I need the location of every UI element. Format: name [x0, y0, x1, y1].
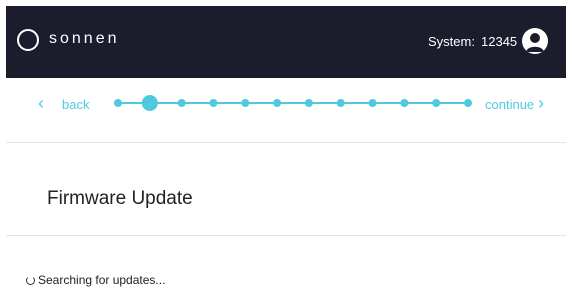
step-dot: [177, 99, 186, 107]
spinner-icon: [26, 275, 35, 285]
system-label: System:: [428, 34, 475, 49]
user-avatar-icon[interactable]: [522, 28, 548, 54]
step-dot: [273, 99, 282, 107]
step-dot: [432, 99, 441, 107]
logo-text: sonnen: [49, 30, 120, 47]
step-dot: [368, 99, 377, 107]
divider: [6, 235, 566, 236]
step-dot: [304, 99, 313, 107]
step-dot: [336, 99, 345, 107]
status-text: Searching for updates...: [38, 273, 166, 287]
status-row: Searching for updates...: [26, 273, 165, 287]
chevron-left-icon[interactable]: ‹: [38, 94, 44, 112]
step-dot: [464, 99, 472, 107]
step-dot: [241, 99, 250, 107]
sonnen-logo-icon: [17, 29, 39, 51]
progress-stepper: [114, 95, 472, 111]
continue-button[interactable]: continue: [485, 97, 534, 112]
page-title: Firmware Update: [47, 188, 193, 209]
step-dot: [400, 99, 409, 107]
step-dot: [114, 99, 122, 107]
step-dot-current: [141, 95, 158, 111]
chevron-right-icon[interactable]: ›: [538, 94, 544, 112]
divider: [6, 142, 566, 143]
back-button[interactable]: back: [62, 97, 89, 112]
step-dot: [209, 99, 218, 107]
system-id: 12345: [481, 34, 518, 49]
header-bar: sonnen System: 12345: [6, 6, 566, 78]
